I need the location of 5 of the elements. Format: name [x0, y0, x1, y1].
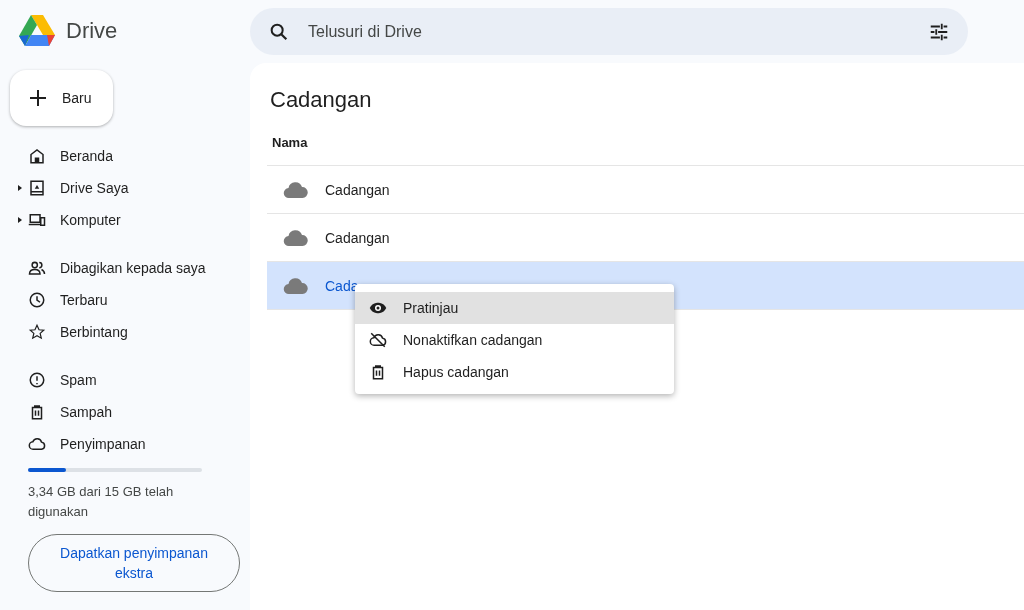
file-name: Cadangan	[325, 181, 390, 198]
storage-usage-text: 3,34 GB dari 15 GB telah digunakan	[28, 483, 175, 521]
page-title: Cadangan	[269, 86, 373, 114]
app-name: Drive	[66, 18, 118, 44]
file-name: Cadangan	[325, 229, 390, 246]
